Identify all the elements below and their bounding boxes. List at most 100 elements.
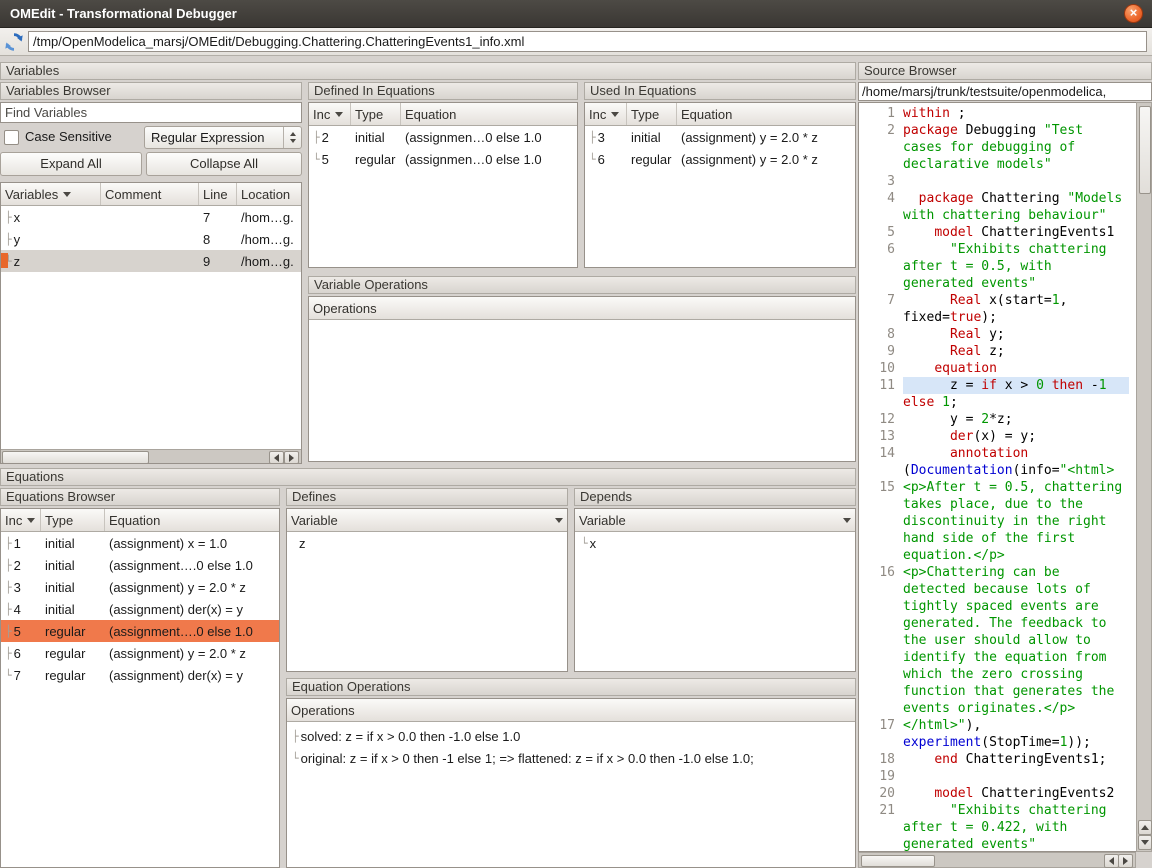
collapse-all-button[interactable]: Collapse All [146,152,302,176]
regex-combobox-value: Regular Expression [151,130,264,145]
column-header-operations[interactable]: Operations [287,699,855,721]
source-line[interactable]: 18 end ChatteringEvents1; [859,751,1136,768]
variables-table: Variables Comment Line Location ├x 7 /ho… [0,182,302,464]
scroll-right-button[interactable] [284,451,299,464]
scroll-left-button[interactable] [1104,854,1119,868]
source-vscrollbar[interactable] [1136,102,1152,852]
operations-header: Operations [309,297,855,320]
file-path-input[interactable] [28,31,1147,52]
variable-row[interactable]: ├x 7 /hom…g. [1,206,301,228]
dropdown-icon[interactable] [843,518,851,523]
equation-row[interactable]: └6 regular (assignment) y = 2.0 * z [585,148,855,170]
find-variables-input[interactable] [0,102,302,123]
operation-item[interactable]: ├solved: z = if x > 0.0 then -1.0 else 1… [287,725,855,747]
source-line[interactable]: 6 "Exhibits chattering after t = 0.5, wi… [859,241,1136,292]
variable-row[interactable]: └x [575,532,855,554]
source-code-editor[interactable]: 1within ;2package Debugging "Test cases … [858,102,1136,852]
column-header-variable[interactable]: Variable [575,509,855,531]
column-header-inc[interactable]: Inc [585,103,627,125]
variable-operations-panel: Operations [308,296,856,462]
source-line[interactable]: 21 "Exhibits chattering after t = 0.422,… [859,802,1136,852]
source-line[interactable]: 16<p>Chattering can be detected because … [859,564,1136,717]
column-header-inc[interactable]: Inc [1,509,41,531]
source-line[interactable]: 20 model ChatteringEvents2 [859,785,1136,802]
line-number: 12 [859,411,903,428]
equation-row[interactable]: ├1 initial (assignment) x = 1.0 [1,532,279,554]
tree-branch-icon: ├ [5,537,12,550]
scroll-right-button[interactable] [1118,854,1133,868]
line-number: 4 [859,190,903,224]
sort-icon [27,518,35,523]
source-line[interactable]: 17</html>"), experiment(StopTime=1)); [859,717,1136,751]
column-header-equation[interactable]: Equation [677,103,855,125]
column-header-type[interactable]: Type [627,103,677,125]
equation-row[interactable]: ├2 initial (assignment….0 else 1.0 [1,554,279,576]
column-header-location[interactable]: Location [237,183,301,205]
equation-row[interactable]: ├2 initial (assignmen…0 else 1.0 [309,126,577,148]
scroll-down-button[interactable] [1138,835,1152,850]
source-line[interactable]: 12 y = 2*z; [859,411,1136,428]
reload-icon[interactable] [3,31,25,53]
source-line[interactable]: 4 package Chattering "Models with chatte… [859,190,1136,224]
line-number: 20 [859,785,903,802]
spinner-icon[interactable] [283,127,301,148]
tree-branch-icon: └ [292,752,299,765]
source-line[interactable]: 13 der(x) = y; [859,428,1136,445]
column-header-type[interactable]: Type [41,509,105,531]
expand-all-button[interactable]: Expand All [0,152,142,176]
dropdown-icon[interactable] [555,518,563,523]
source-line[interactable]: 10 equation [859,360,1136,377]
source-line[interactable]: 5 model ChatteringEvents1 [859,224,1136,241]
scrollbar-handle[interactable] [2,451,149,464]
variable-row[interactable]: z [287,532,567,554]
scrollbar-handle[interactable] [861,855,935,867]
column-header-operations[interactable]: Operations [309,297,855,319]
scroll-left-button[interactable] [269,451,284,464]
operation-item[interactable]: └original: z = if x > 0 then -1 else 1; … [287,747,855,769]
equations-table: Inc Type Equation ├1 initial (assignment… [0,508,280,868]
spinner-down-icon[interactable] [290,139,296,143]
source-line[interactable]: 7 Real x(start=1, fixed=true); [859,292,1136,326]
scrollbar-handle[interactable] [1139,106,1151,194]
column-header-comment[interactable]: Comment [101,183,199,205]
equation-row[interactable]: ├6 regular (assignment) y = 2.0 * z [1,642,279,664]
tree-branch-icon: ├ [5,581,12,594]
equation-row[interactable]: ├4 initial (assignment) der(x) = y [1,598,279,620]
variable-operations-list [309,320,855,462]
source-line[interactable]: 15<p>After t = 0.5, chattering takes pla… [859,479,1136,564]
source-line[interactable]: 1within ; [859,105,1136,122]
case-sensitive-checkbox[interactable] [4,130,19,145]
column-header-inc[interactable]: Inc [309,103,351,125]
line-number: 8 [859,326,903,343]
source-line[interactable]: 3 [859,173,1136,190]
equation-row[interactable]: ├5 regular (assignment….0 else 1.0 [1,620,279,642]
used-in-header: Inc Type Equation [585,103,855,126]
source-line[interactable]: 8 Real y; [859,326,1136,343]
column-header-line[interactable]: Line [199,183,237,205]
source-hscrollbar[interactable] [858,852,1136,868]
close-button[interactable]: × [1124,4,1143,23]
regex-combobox[interactable]: Regular Expression [144,126,302,149]
source-line[interactable]: 9 Real z; [859,343,1136,360]
variable-row[interactable]: └z 9 /hom…g. [1,250,301,272]
column-header-variable[interactable]: Variable [287,509,567,531]
column-header-equation[interactable]: Equation [105,509,279,531]
equation-row[interactable]: ├3 initial (assignment) y = 2.0 * z [1,576,279,598]
spinner-up-icon[interactable] [290,132,296,136]
equation-row[interactable]: └5 regular (assignmen…0 else 1.0 [309,148,577,170]
line-number: 10 [859,360,903,377]
column-header-equation[interactable]: Equation [401,103,577,125]
column-header-type[interactable]: Type [351,103,401,125]
equation-row[interactable]: └7 regular (assignment) der(x) = y [1,664,279,686]
line-number: 14 [859,445,903,479]
source-line[interactable]: 11 z = if x > 0 then -1 [859,377,1136,394]
source-line[interactable]: 2package Debugging "Test cases for debug… [859,122,1136,173]
equation-row[interactable]: ├3 initial (assignment) y = 2.0 * z [585,126,855,148]
source-line[interactable]: 19 [859,768,1136,785]
variables-hscrollbar[interactable] [1,449,301,463]
variable-row[interactable]: ├y 8 /hom…g. [1,228,301,250]
source-line[interactable]: 14 annotation (Documentation(info="<html… [859,445,1136,479]
column-header-variables[interactable]: Variables [1,183,101,205]
scroll-up-button[interactable] [1138,820,1152,835]
source-line[interactable]: else 1; [859,394,1136,411]
